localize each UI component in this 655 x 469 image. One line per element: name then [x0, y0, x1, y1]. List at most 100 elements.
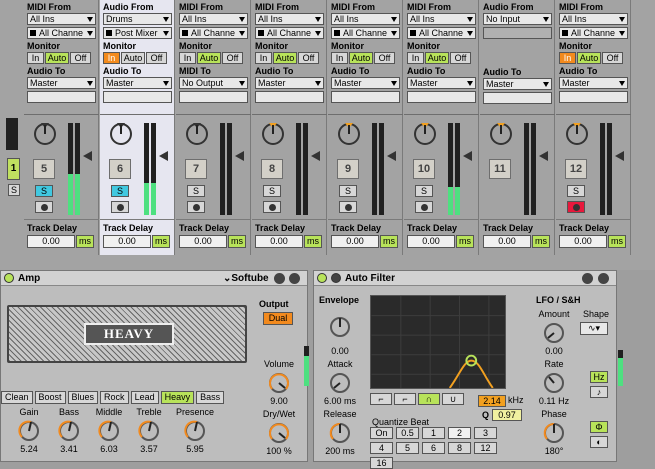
quantize-On-button[interactable]: On — [370, 427, 393, 439]
rate-knob[interactable] — [542, 371, 566, 395]
input-channel-dropdown[interactable]: All Channe — [559, 27, 628, 39]
quantize-0-5-button[interactable]: 0.5 — [396, 427, 419, 439]
track-delay-value[interactable]: 0.00 — [483, 235, 531, 248]
track-delay-unit-button[interactable]: ms — [304, 235, 322, 248]
frequency-value[interactable]: 2.14 — [478, 395, 506, 407]
output-channel-field[interactable] — [407, 91, 476, 103]
track-number-button[interactable]: 8 — [261, 159, 283, 179]
monitor-off-button[interactable]: Off — [222, 52, 243, 64]
track-delay-unit-button[interactable]: ms — [456, 235, 474, 248]
master-solo-button[interactable]: S — [8, 184, 20, 196]
hz-button[interactable]: Hz — [590, 371, 608, 383]
arm-button[interactable] — [187, 201, 205, 213]
monitor-off-button[interactable]: Off — [450, 52, 471, 64]
quantize-6-button[interactable]: 6 — [422, 442, 445, 454]
monitor-auto-button[interactable]: Auto — [121, 52, 145, 64]
pan-knob[interactable] — [108, 121, 134, 147]
arm-button[interactable] — [339, 201, 357, 213]
track-number-button[interactable]: 6 — [109, 159, 131, 179]
input-type-dropdown[interactable]: All Ins — [559, 13, 628, 25]
monitor-off-button[interactable]: Off — [298, 52, 319, 64]
amp-model-lead-button[interactable]: Lead — [130, 391, 159, 404]
amp-model-rock-button[interactable]: Rock — [100, 391, 129, 404]
envelope-knob[interactable] — [328, 315, 352, 339]
solo-button[interactable]: S — [339, 185, 357, 197]
device-save-icon[interactable] — [598, 273, 609, 284]
amp-model-boost-button[interactable]: Boost — [34, 391, 66, 404]
middle-knob[interactable] — [97, 419, 121, 443]
amp-model-bass-button[interactable]: Bass — [196, 391, 225, 404]
track-delay-unit-button[interactable]: ms — [380, 235, 398, 248]
volume-knob[interactable] — [267, 371, 291, 395]
input-type-dropdown[interactable]: All Ins — [255, 13, 324, 25]
input-channel-dropdown[interactable]: All Channe — [255, 27, 324, 39]
monitor-off-button[interactable]: Off — [70, 52, 91, 64]
output-channel-field[interactable] — [27, 91, 96, 103]
device-power-icon[interactable] — [4, 273, 14, 283]
input-type-dropdown[interactable]: Drums — [103, 13, 172, 25]
track-delay-value[interactable]: 0.00 — [407, 235, 455, 248]
track-delay-unit-button[interactable]: ms — [532, 235, 550, 248]
solo-button[interactable]: S — [35, 185, 53, 197]
solo-button[interactable]: S — [567, 185, 585, 197]
track-delay-value[interactable]: 0.00 — [179, 235, 227, 248]
track-delay-value[interactable]: 0.00 — [103, 235, 151, 248]
drywet-knob[interactable] — [267, 421, 291, 445]
volume-fader-handle[interactable] — [83, 151, 92, 161]
pan-knob[interactable] — [564, 121, 590, 147]
track-delay-value[interactable]: 0.00 — [331, 235, 379, 248]
output-channel-field[interactable] — [331, 91, 400, 103]
pan-knob[interactable] — [412, 121, 438, 147]
output-channel-field[interactable] — [483, 92, 552, 104]
track-delay-unit-button[interactable]: ms — [76, 235, 94, 248]
amp-model-clean-button[interactable]: Clean — [1, 391, 33, 404]
volume-fader-handle[interactable] — [311, 151, 320, 161]
quantize-12-button[interactable]: 12 — [474, 442, 497, 454]
output-type-dropdown[interactable]: Master — [559, 77, 628, 89]
solo-button[interactable]: S — [263, 185, 281, 197]
monitor-auto-button[interactable]: Auto — [425, 52, 449, 64]
volume-fader-handle[interactable] — [387, 151, 396, 161]
arm-button[interactable] — [35, 201, 53, 213]
notch-button[interactable]: ∪ — [442, 393, 464, 405]
arm-button[interactable] — [263, 201, 281, 213]
monitor-off-button[interactable]: Off — [146, 52, 167, 64]
quantize-4-button[interactable]: 4 — [370, 442, 393, 454]
filter-curve-display[interactable] — [370, 295, 506, 389]
input-type-dropdown[interactable]: All Ins — [27, 13, 96, 25]
input-channel-dropdown[interactable]: All Channe — [331, 27, 400, 39]
arm-button[interactable] — [415, 201, 433, 213]
output-type-dropdown[interactable]: Master — [407, 77, 476, 89]
input-type-dropdown[interactable]: All Ins — [179, 13, 248, 25]
quantize-16-button[interactable]: 16 — [370, 457, 393, 469]
monitor-in-button[interactable]: In — [559, 52, 576, 64]
presence-knob[interactable] — [183, 419, 207, 443]
device-power-icon[interactable] — [317, 273, 327, 283]
quantize-1-button[interactable]: 1 — [422, 427, 445, 439]
output-type-dropdown[interactable]: Master — [103, 77, 172, 89]
pan-knob[interactable] — [260, 121, 286, 147]
device-fold-icon[interactable] — [331, 273, 341, 283]
quantize-3-button[interactable]: 3 — [474, 427, 497, 439]
track-delay-value[interactable]: 0.00 — [255, 235, 303, 248]
monitor-off-button[interactable]: Off — [602, 52, 623, 64]
release-knob[interactable] — [328, 421, 352, 445]
monitor-in-button[interactable]: In — [27, 52, 44, 64]
solo-button[interactable]: S — [111, 185, 129, 197]
amp-model-blues-button[interactable]: Blues — [67, 391, 99, 404]
track-number-button[interactable]: 9 — [337, 159, 359, 179]
monitor-auto-button[interactable]: Auto — [45, 52, 69, 64]
spin-mode-icon[interactable]: ◐ — [590, 436, 608, 448]
input-channel-dropdown[interactable]: All Channe — [27, 27, 96, 39]
input-type-dropdown[interactable]: All Ins — [331, 13, 400, 25]
quantize-5-button[interactable]: 5 — [396, 442, 419, 454]
amp-model-heavy-button[interactable]: Heavy — [160, 391, 195, 404]
volume-fader-handle[interactable] — [159, 151, 168, 161]
monitor-auto-button[interactable]: Auto — [197, 52, 221, 64]
pan-knob[interactable] — [184, 121, 210, 147]
track-delay-value[interactable]: 0.00 — [27, 235, 75, 248]
monitor-in-button[interactable]: In — [103, 52, 120, 64]
highpass-button[interactable]: ⌐ — [394, 393, 416, 405]
input-channel-dropdown[interactable]: All Channe — [407, 27, 476, 39]
input-channel-dropdown[interactable]: All Channe — [179, 27, 248, 39]
